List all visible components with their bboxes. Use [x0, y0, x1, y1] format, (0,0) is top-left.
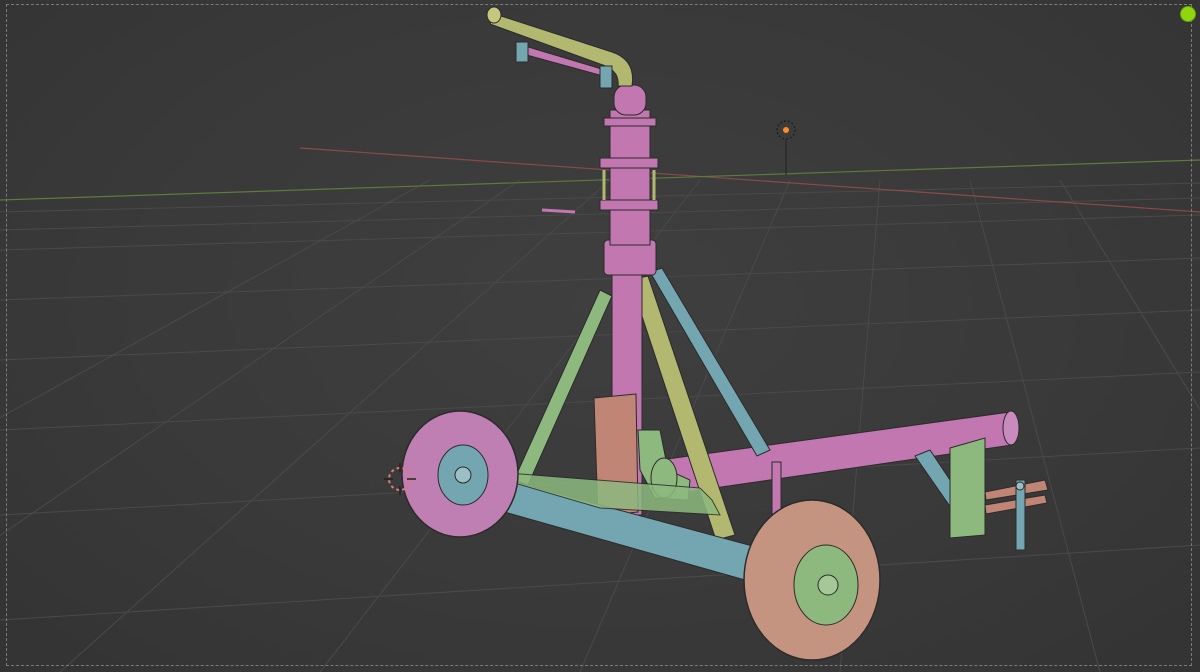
detached-part	[541, 208, 576, 214]
3d-viewport[interactable]	[0, 0, 1200, 672]
support-strut	[771, 461, 782, 515]
left-wheel[interactable]	[401, 410, 519, 538]
x-axis-line	[299, 147, 1200, 213]
right-wheel[interactable]	[743, 499, 881, 661]
viewport-canvas[interactable]	[0, 0, 1200, 672]
light-object-icon[interactable]	[776, 120, 796, 175]
sprinkler-gun[interactable]	[486, 6, 634, 89]
status-indicator-icon[interactable]	[1180, 6, 1196, 22]
